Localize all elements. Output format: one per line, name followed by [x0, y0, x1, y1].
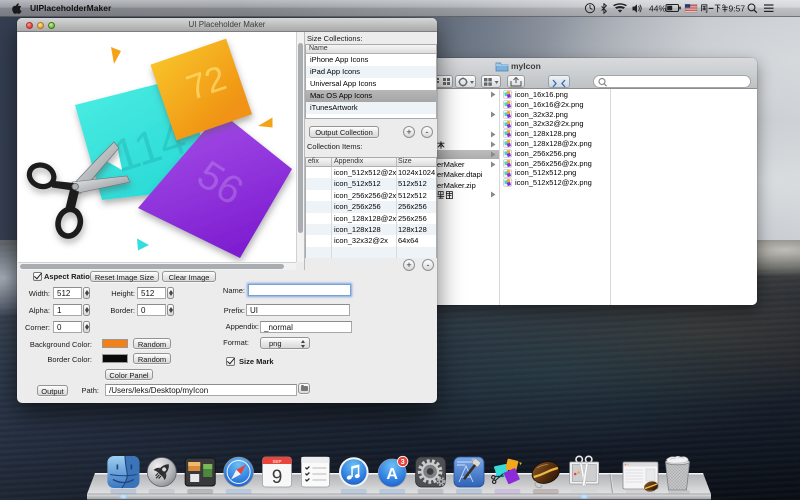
svg-text:9:57: 9:57 — [729, 4, 746, 14]
svg-text:A: A — [386, 466, 398, 483]
svg-text:44%: 44% — [649, 4, 666, 14]
svg-text:9: 9 — [272, 467, 283, 488]
svg-text:SEP: SEP — [272, 459, 281, 464]
svg-text:3: 3 — [401, 457, 405, 466]
